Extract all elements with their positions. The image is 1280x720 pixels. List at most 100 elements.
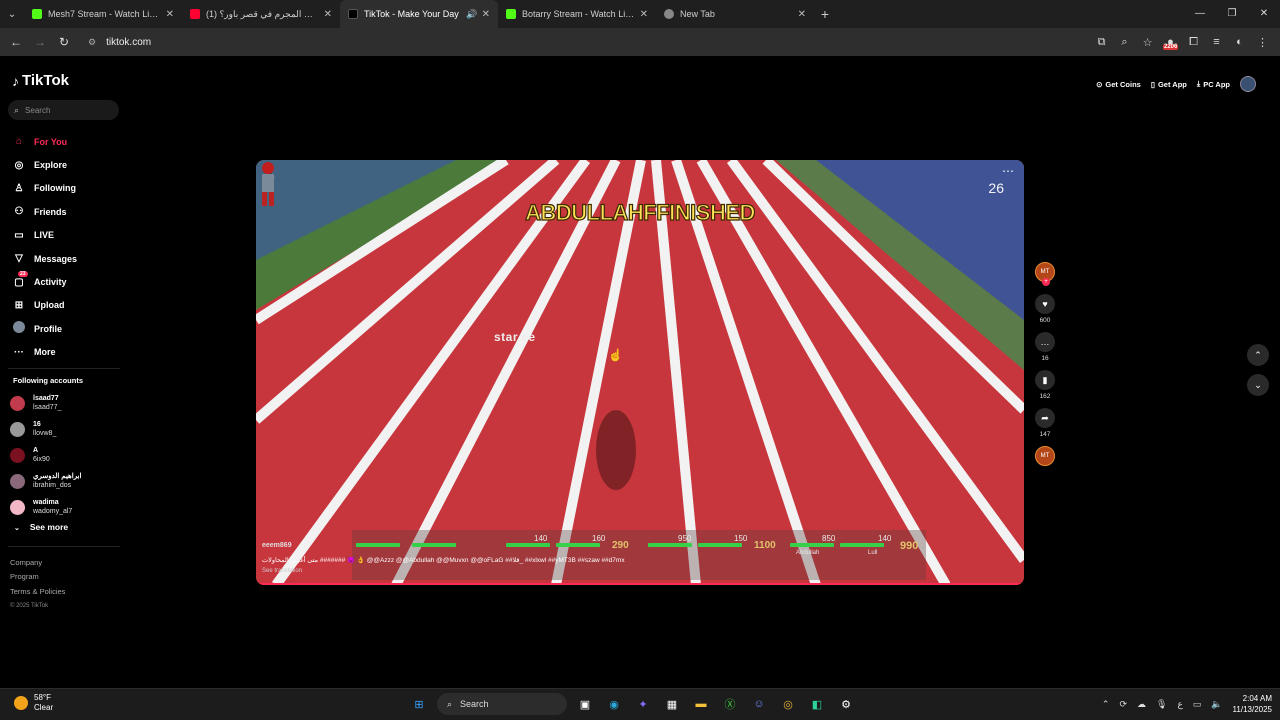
feed-navigation: ⌃ ⌄ <box>1247 344 1269 404</box>
tiktok-logo[interactable]: ♪ TikTok <box>12 72 69 89</box>
logo-text: TikTok <box>22 72 69 89</box>
discord-icon[interactable]: ☺ <box>748 693 770 715</box>
video-author[interactable]: eeem869 <box>262 542 292 549</box>
following-account[interactable]: ابراهيم الدوسري ibrahim_dos <box>10 468 120 494</box>
search-input[interactable]: ⌕ Search <box>8 100 119 120</box>
file-explorer-icon[interactable]: ▬ <box>690 693 712 715</box>
restore-icon[interactable]: ❐ <box>1216 0 1248 28</box>
weather-condition: Clear <box>34 703 54 712</box>
speaker-icon[interactable]: 🔊 <box>466 9 477 20</box>
profile-avatar-icon[interactable]: ◐ <box>1228 36 1251 48</box>
copilot-icon[interactable]: ✦ <box>632 693 654 715</box>
user-avatar[interactable] <box>1240 76 1256 92</box>
save-count: 162 <box>1039 393 1051 400</box>
browser-tab-1[interactable]: Mesh7 Stream - Watch Live on ✕ <box>24 0 182 28</box>
new-tab-button[interactable]: + <box>814 6 836 22</box>
input-language[interactable]: ع <box>1177 699 1182 710</box>
install-app-icon[interactable]: ⧉ <box>1090 36 1113 49</box>
sidebar-item-upload[interactable]: ⊞ Upload <box>12 294 122 317</box>
sidebar-item-live[interactable]: ▭ LIVE <box>12 224 122 247</box>
media-control-icon[interactable]: ≡ <box>1205 36 1228 48</box>
browser-tab-3[interactable]: TikTok - Make Your Day 🔊 ✕ <box>340 0 498 28</box>
sidebar-item-following[interactable]: ♙ Following <box>12 177 122 200</box>
following-account[interactable]: A 6ix90 <box>10 442 120 468</box>
close-tab-icon[interactable]: ✕ <box>640 9 648 20</box>
task-view-icon[interactable]: ▣ <box>574 693 596 715</box>
microphone-icon[interactable]: 🎙 <box>1156 699 1167 710</box>
weather-widget[interactable]: 58°F Clear <box>14 693 53 713</box>
follow-plus-icon[interactable]: + <box>1042 278 1050 286</box>
see-more-button[interactable]: ⌄ See more <box>14 522 68 532</box>
share-button[interactable]: ➦ 147 <box>1034 408 1056 438</box>
network-icon[interactable]: ▭ <box>1193 699 1202 710</box>
xbox-icon[interactable]: Ⓧ <box>719 693 741 715</box>
previous-video-button[interactable]: ⌃ <box>1247 344 1269 366</box>
sidebar-item-for-you[interactable]: ⌂ For You <box>12 130 122 153</box>
sync-icon[interactable]: ⟳ <box>1119 699 1127 710</box>
close-tab-icon[interactable]: ✕ <box>482 9 490 20</box>
start-windows-icon[interactable]: ⊞ <box>408 693 430 715</box>
close-tab-icon[interactable]: ✕ <box>798 9 806 20</box>
footer-link-program[interactable]: Program <box>10 570 65 584</box>
forward-icon[interactable]: → <box>28 35 52 49</box>
zoom-icon[interactable]: ⌕ <box>1113 36 1136 49</box>
taskbar-search[interactable]: ⌕ Search <box>437 693 567 715</box>
onedrive-icon[interactable]: ☁ <box>1137 699 1146 710</box>
sidebar-item-more[interactable]: ··· More <box>12 341 122 364</box>
see-more-label: See more <box>29 522 69 532</box>
game-counter: 26 <box>988 180 1004 196</box>
back-icon[interactable]: ← <box>4 35 28 49</box>
save-button[interactable]: ▮ 162 <box>1034 370 1056 400</box>
close-window-icon[interactable]: ✕ <box>1248 0 1280 28</box>
url-field[interactable]: ⚙ tiktok.com <box>80 31 1070 53</box>
following-account[interactable]: 16 llovw8_ <box>10 416 120 442</box>
next-video-button[interactable]: ⌄ <box>1247 374 1269 396</box>
sidebar-item-activity[interactable]: ▢ 23 Activity <box>12 270 122 293</box>
video-more-icon[interactable]: ⋯ <box>1002 164 1014 178</box>
health-bar <box>506 543 550 547</box>
following-account[interactable]: lsaad77 lsaad77_ <box>10 390 120 416</box>
get-coins-button[interactable]: ⊙ Get Coins <box>1096 80 1141 89</box>
sidebar-item-friends[interactable]: ⚇ Friends <box>12 200 122 223</box>
site-info-icon[interactable]: ⚙ <box>88 37 96 48</box>
store-icon[interactable]: ▦ <box>661 693 683 715</box>
avatar <box>10 447 25 463</box>
music-disc-icon[interactable]: MT <box>1035 446 1055 466</box>
bookmark-star-icon[interactable]: ☆ <box>1136 36 1159 49</box>
video-progress-bar[interactable] <box>256 583 1024 585</box>
browser-tab-2[interactable]: (1) مين المجرم في قصر باور؟ - ... ✕ <box>182 0 340 28</box>
sidebar-item-explore[interactable]: ◎ Explore <box>12 153 122 176</box>
extensions-puzzle-icon[interactable]: ⧠ <box>1182 36 1205 49</box>
chrome-menu-icon[interactable]: ⋮ <box>1251 36 1274 49</box>
tab-search-menu-icon[interactable]: ⌄ <box>0 0 24 28</box>
volume-icon[interactable]: 🔈 <box>1211 699 1222 710</box>
browser-tab-4[interactable]: Botarry Stream - Watch Live on ✕ <box>498 0 656 28</box>
footer-link-company[interactable]: Company <box>10 556 65 570</box>
compass-icon: ◎ <box>14 159 24 171</box>
sidebar-item-profile[interactable]: Profile <box>12 317 122 340</box>
video-player[interactable]: 🔈 ⋯ 26 ABDULLAHFFINISHED star.ee ☝ 140 1… <box>256 160 1024 585</box>
following-icon: ♙ <box>14 182 24 194</box>
sidebar-item-messages[interactable]: ▽ Messages <box>12 247 122 270</box>
settings-icon[interactable]: ⚙ <box>835 693 857 715</box>
like-button[interactable]: ♥ 600 <box>1034 294 1056 324</box>
following-account[interactable]: wadima wadomy_al7 <box>10 494 120 520</box>
footer-link-terms[interactable]: Terms & Policies <box>10 585 65 599</box>
extension-icon[interactable]: ● 2206 <box>1159 36 1182 50</box>
minimize-icon[interactable]: — <box>1184 0 1216 28</box>
show-hidden-icons[interactable]: ⌃ <box>1102 699 1110 710</box>
pc-app-button[interactable]: ⤓ PC App <box>1197 79 1230 89</box>
close-tab-icon[interactable]: ✕ <box>324 9 332 20</box>
browser-tab-5[interactable]: New Tab ✕ <box>656 0 814 28</box>
more-icon: ··· <box>14 346 24 358</box>
creator-avatar[interactable]: MT + <box>1035 262 1055 286</box>
get-app-button[interactable]: ▯ Get App <box>1151 80 1187 89</box>
comment-button[interactable]: … 16 <box>1034 332 1056 362</box>
reload-icon[interactable]: ↻ <box>52 35 76 49</box>
edge-icon[interactable]: ◉ <box>603 693 625 715</box>
clock[interactable]: 2:04 AM 11/13/2025 <box>1233 693 1272 715</box>
app-icon[interactable]: ◧ <box>806 693 828 715</box>
see-translation-link[interactable]: See translation <box>262 568 302 574</box>
close-tab-icon[interactable]: ✕ <box>166 9 174 20</box>
chrome-icon[interactable]: ◎ <box>777 693 799 715</box>
